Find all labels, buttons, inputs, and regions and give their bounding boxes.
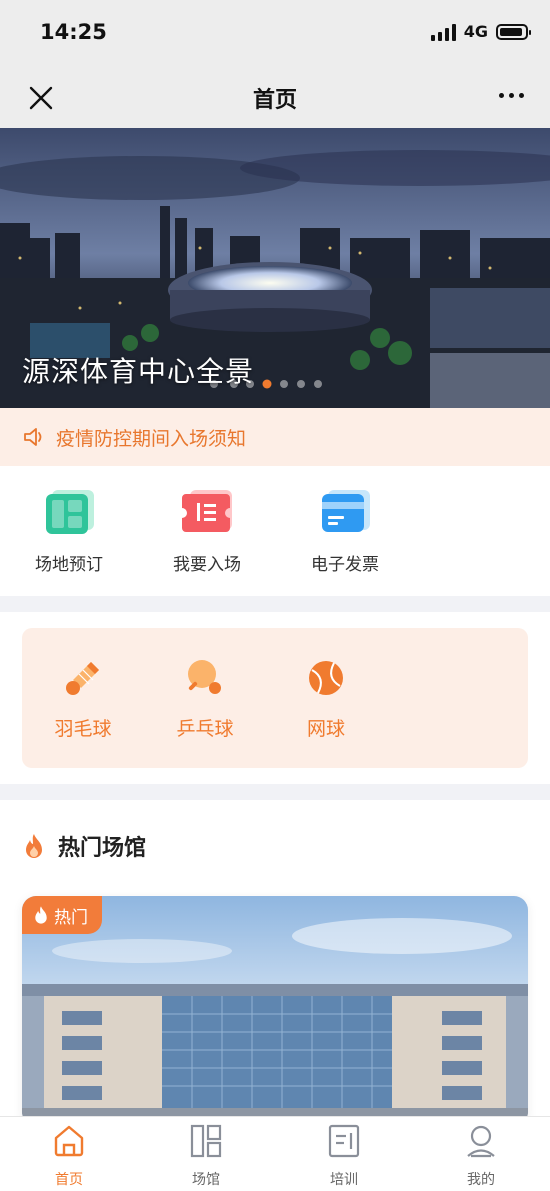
sport-label: 网球	[306, 718, 345, 740]
hot-badge: 热门	[22, 896, 102, 934]
fire-icon	[26, 834, 42, 858]
quick-invoice[interactable]: 电子发票	[290, 488, 400, 575]
tab-profile[interactable]: 我的	[441, 1123, 521, 1189]
venue-image	[22, 896, 528, 1126]
notice-text: 疫情防控期间入场须知	[56, 427, 247, 450]
sport-label: 羽毛球	[54, 718, 112, 740]
status-time: 14:25	[40, 20, 107, 44]
quick-venue-booking[interactable]: 场地预订	[14, 488, 124, 575]
tab-label: 场馆	[192, 1172, 220, 1188]
quick-label: 场地预订	[35, 555, 103, 575]
tennis-ball-icon	[309, 661, 343, 695]
section-title: 热门场馆	[58, 836, 147, 861]
tab-label: 培训	[330, 1172, 358, 1188]
sport-label: 乒乓球	[176, 718, 234, 740]
nav-bar: 首页	[0, 66, 550, 128]
tab-label: 首页	[55, 1172, 83, 1188]
hot-badge-label: 热门	[54, 907, 88, 928]
banner-caption: 源深体育中心全景	[22, 355, 255, 388]
quick-entry[interactable]: 我要入场	[152, 488, 262, 575]
battery-icon	[496, 23, 531, 40]
banner-carousel[interactable]: 源深体育中心全景	[0, 128, 550, 408]
tab-home[interactable]: 首页	[29, 1123, 109, 1189]
network-label: 4G	[463, 22, 488, 41]
card-icon	[322, 490, 370, 532]
sports-section: 羽毛球 乒乓球 网球	[0, 612, 550, 784]
shuttlecock-icon	[66, 662, 99, 695]
quick-label: 我要入场	[173, 555, 241, 575]
home-icon	[54, 1125, 84, 1157]
status-indicators: 4G	[430, 22, 531, 41]
section-header: 热门场馆	[22, 830, 146, 862]
more-icon[interactable]	[499, 93, 524, 98]
sport-badminton[interactable]: 羽毛球	[38, 658, 128, 741]
notice-bar[interactable]: 疫情防控期间入场须知	[0, 408, 550, 466]
tab-training[interactable]: 培训	[304, 1123, 384, 1189]
quick-label: 电子发票	[311, 555, 379, 575]
sports-card: 羽毛球 乒乓球 网球	[22, 628, 528, 768]
status-bar: 14:25 4G	[0, 0, 550, 66]
signal-icon	[430, 23, 456, 41]
venue-card[interactable]: 热门	[22, 896, 528, 1126]
venue-icon	[190, 1124, 222, 1158]
speaker-icon	[24, 428, 42, 446]
tab-venues[interactable]: 场馆	[166, 1123, 246, 1189]
page-title: 首页	[252, 88, 297, 113]
sport-table-tennis[interactable]: 乒乓球	[160, 658, 250, 741]
ticket-icon	[182, 490, 232, 532]
tab-label: 我的	[467, 1172, 495, 1188]
training-icon	[328, 1124, 360, 1158]
ping-pong-icon	[188, 660, 221, 694]
tab-bar: 首页 场馆 培训 我的	[0, 1116, 550, 1191]
hot-venues-section: 热门场馆 热门	[0, 800, 550, 1126]
venue-grid-icon	[46, 490, 94, 534]
sport-tennis[interactable]: 网球	[281, 658, 371, 741]
profile-icon	[467, 1125, 495, 1158]
quick-actions: 场地预订 我要入场 电子发票	[0, 466, 550, 596]
fire-icon	[35, 906, 47, 924]
